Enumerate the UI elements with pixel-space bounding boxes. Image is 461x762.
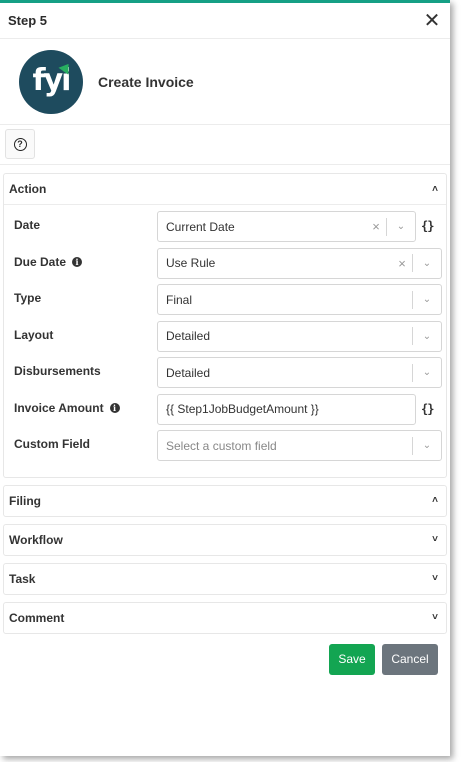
help-button[interactable]: ? — [5, 129, 35, 159]
invoice-amount-label: Invoice Amount i — [4, 394, 157, 415]
save-button[interactable]: Save — [329, 643, 375, 675]
section-task: Task ˅ — [3, 562, 447, 595]
panel-title: Step 5 — [8, 13, 48, 28]
date-value: Current Date — [166, 219, 235, 234]
section-workflow-title: Workflow — [9, 532, 63, 547]
due-date-label: Due Date i — [4, 248, 157, 269]
field-row-date: Date Current Date × ⌄ {} — [4, 211, 446, 248]
date-label: Date — [14, 218, 41, 232]
clear-icon[interactable]: × — [366, 219, 386, 234]
chevron-up-icon[interactable]: ˄ — [429, 495, 441, 506]
help-row: ? — [0, 125, 450, 165]
chevron-down-icon[interactable]: ⌄ — [413, 294, 441, 305]
section-task-title: Task — [9, 571, 36, 586]
close-icon[interactable]: ✕ — [422, 11, 442, 31]
custom-field-label: Custom Field — [14, 437, 91, 451]
chevron-down-icon[interactable]: ˅ — [429, 534, 441, 545]
custom-field-select[interactable]: Select a custom field ⌄ — [157, 430, 442, 461]
footer-actions: Save Cancel — [0, 634, 450, 675]
section-comment-header[interactable]: Comment ˅ — [4, 603, 446, 633]
field-row-disbursements: Disbursements Detailed ⌄ — [4, 357, 446, 394]
disbursements-select[interactable]: Detailed ⌄ — [157, 357, 442, 388]
field-row-due-date: Due Date i Use Rule × ⌄ — [4, 247, 446, 285]
invoice-amount-input[interactable]: {{ Step1JobBudgetAmount }} — [157, 393, 416, 425]
section-comment-title: Comment — [9, 610, 65, 625]
section-action: Action ˄ Date Current Date × ⌄ {} Due Da… — [3, 173, 447, 478]
field-row-type: Type Final ⌄ — [4, 284, 446, 321]
section-task-header[interactable]: Task ˅ — [4, 564, 446, 594]
fyi-logo: fyi — [19, 49, 83, 114]
section-filing: Filing ˄ — [3, 484, 447, 517]
date-select[interactable]: Current Date × ⌄ — [157, 211, 416, 242]
custom-field-placeholder: Select a custom field — [166, 438, 277, 453]
section-workflow: Workflow ˅ — [3, 523, 447, 556]
question-circle-icon: ? — [13, 137, 27, 151]
variable-braces-icon[interactable]: {} — [421, 219, 434, 233]
step-panel: Step 5 ✕ fyi Create Invoice ? Action ˄ D… — [0, 0, 450, 756]
layout-value: Detailed — [166, 329, 211, 343]
disbursements-value: Detailed — [166, 365, 211, 380]
section-action-title: Action — [9, 182, 47, 196]
type-label: Type — [14, 291, 42, 305]
section-action-header[interactable]: Action ˄ — [4, 174, 446, 204]
chevron-up-icon[interactable]: ˄ — [429, 184, 441, 195]
info-icon[interactable]: i — [109, 402, 120, 413]
field-row-custom-field: Custom Field Select a custom field ⌄ — [4, 430, 446, 467]
chevron-down-icon[interactable]: ˅ — [429, 573, 441, 584]
variable-braces-icon[interactable]: {} — [421, 402, 434, 416]
chevron-down-icon[interactable]: ⌄ — [413, 258, 441, 269]
chevron-down-icon[interactable]: ⌄ — [387, 221, 415, 232]
chevron-down-icon[interactable]: ⌄ — [413, 367, 441, 378]
section-filing-title: Filing — [9, 493, 41, 508]
cancel-button[interactable]: Cancel — [382, 643, 438, 675]
section-comment: Comment ˅ — [3, 601, 447, 634]
due-date-value: Use Rule — [166, 256, 216, 270]
due-date-select[interactable]: Use Rule × ⌄ — [157, 247, 442, 279]
type-value: Final — [166, 292, 193, 307]
section-workflow-header[interactable]: Workflow ˅ — [4, 525, 446, 555]
action-body: Date Current Date × ⌄ {} Due Date i Use R… — [4, 204, 446, 477]
info-icon[interactable]: i — [72, 256, 83, 267]
field-row-invoice-amount: Invoice Amount i {{ Step1JobBudgetAmount … — [4, 393, 446, 431]
chevron-down-icon[interactable]: ⌄ — [413, 440, 441, 451]
app-name: Create Invoice — [98, 73, 194, 90]
panel-header: Step 5 ✕ — [0, 3, 450, 39]
layout-label: Layout — [14, 327, 54, 342]
clear-icon[interactable]: × — [392, 256, 412, 271]
type-select[interactable]: Final ⌄ — [157, 284, 442, 315]
chevron-down-icon[interactable]: ⌄ — [413, 331, 441, 342]
section-filing-header[interactable]: Filing ˄ — [4, 486, 446, 516]
chevron-down-icon[interactable]: ˅ — [429, 612, 441, 623]
layout-select[interactable]: Detailed ⌄ — [157, 320, 442, 352]
field-row-layout: Layout Detailed ⌄ — [4, 320, 446, 358]
disbursements-label: Disbursements — [14, 364, 101, 378]
app-row: fyi Create Invoice — [0, 39, 450, 125]
